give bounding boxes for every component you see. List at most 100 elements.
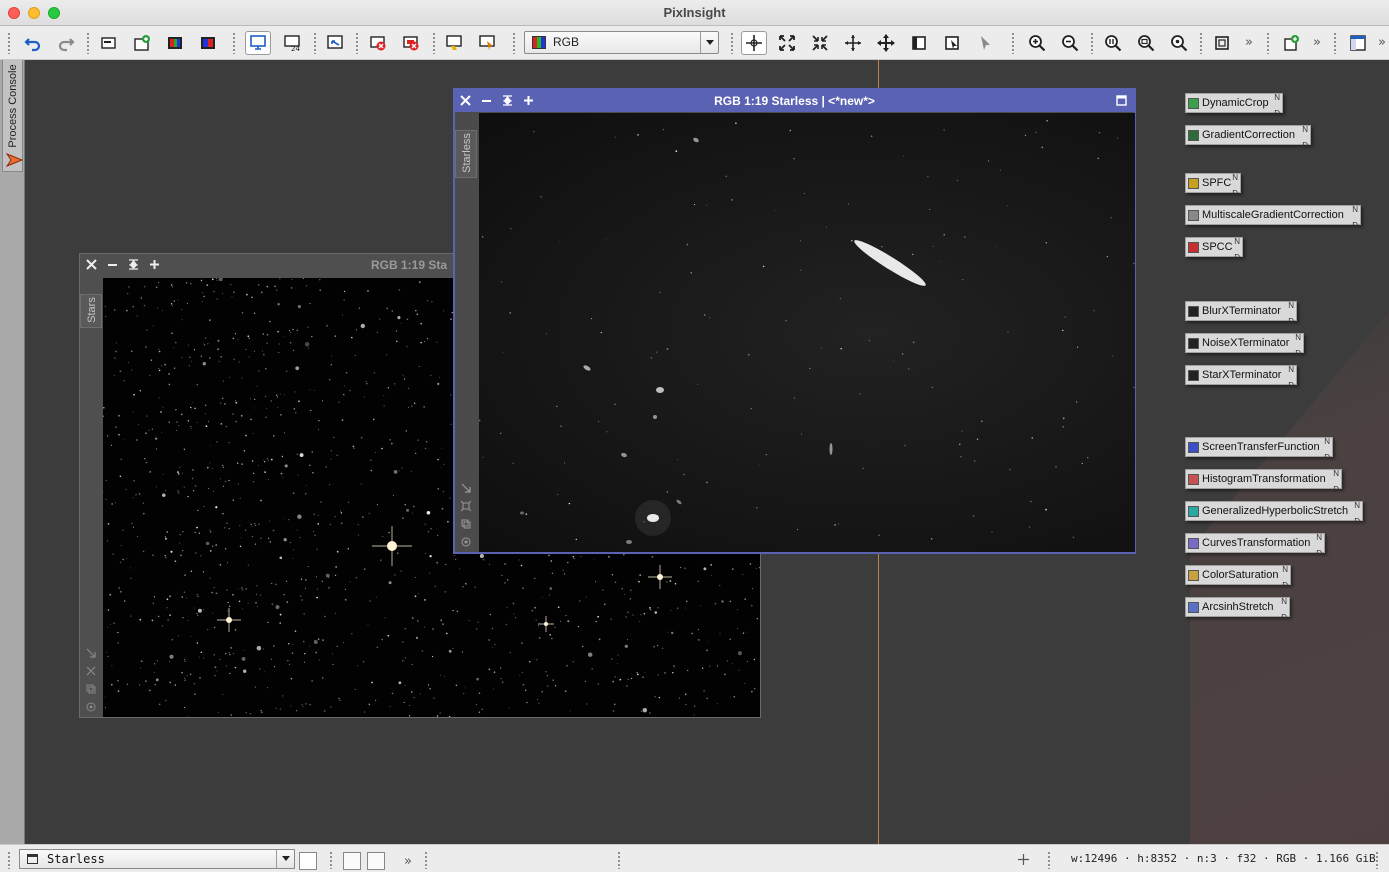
undo-button[interactable] [20, 31, 46, 55]
zoom-mode-button[interactable] [774, 31, 800, 55]
toolbar-grip[interactable] [1266, 32, 1270, 54]
toolbar-grip[interactable] [7, 32, 11, 54]
window-title-bar[interactable]: RGB 1:19 Starless | <*new*> [455, 90, 1134, 112]
new-image-button[interactable] [96, 31, 122, 55]
view-tab-starless[interactable]: Starless [455, 130, 477, 178]
zoom-to-fit-button[interactable] [322, 31, 348, 55]
star-view-button[interactable] [441, 31, 467, 55]
view-toggle-button[interactable] [367, 852, 385, 870]
window-maximize-icon[interactable] [1114, 93, 1128, 107]
close-window-button[interactable] [8, 7, 20, 19]
zoom-1-1-button[interactable] [1100, 31, 1126, 55]
duplicate-image-button[interactable] [129, 31, 155, 55]
shrink-icon[interactable] [85, 665, 97, 677]
preview-edit-button[interactable] [906, 31, 932, 55]
view-select[interactable]: Starless [19, 849, 295, 869]
toolbar-grip[interactable] [1090, 32, 1094, 54]
zoom-in-button[interactable] [1024, 31, 1050, 55]
process-icon-arcsinhstretch[interactable]: ArcsinhStretch N D [1185, 597, 1290, 622]
toolbar-grip[interactable] [1333, 32, 1337, 54]
image-canvas-starless[interactable] [479, 113, 1135, 552]
maximize-icon[interactable] [147, 257, 161, 271]
statusbar-grip[interactable] [329, 851, 333, 869]
toolbar-grip[interactable] [1011, 32, 1015, 54]
toolbar-grip[interactable] [512, 32, 516, 54]
shrink-mode-button[interactable] [807, 31, 833, 55]
channel-select[interactable]: RGB [524, 31, 719, 54]
statusbar-grip[interactable] [7, 851, 11, 869]
statusbar-overflow[interactable]: » [404, 854, 412, 869]
close-icon[interactable] [84, 257, 98, 271]
toolbar-grip[interactable] [232, 32, 236, 54]
select-mode-button[interactable] [972, 31, 998, 55]
process-icon-dynamiccrop[interactable]: DynamicCrop N D [1185, 93, 1283, 118]
close-image-button[interactable] [365, 31, 391, 55]
view-options-button[interactable] [299, 852, 317, 870]
process-instance-tag-icon: ND [1281, 597, 1287, 622]
zoom-optimal-button[interactable] [1166, 31, 1192, 55]
process-icon-generalizedhyperbolicstretch[interactable]: GeneralizedHyperbolicStretch N D [1185, 501, 1363, 526]
process-icon-label: ScreenTransferFunction [1202, 441, 1320, 453]
toolbar-overflow[interactable]: » [1245, 35, 1253, 50]
explorer-panel-button[interactable] [1345, 31, 1371, 55]
process-icon-spfc[interactable]: SPFC N D [1185, 173, 1241, 198]
toolbar-grip[interactable] [313, 32, 317, 54]
zoom-out-button[interactable] [1057, 31, 1083, 55]
view-tab-stars[interactable]: Stars [80, 294, 102, 328]
zoom-fit-button[interactable] [1133, 31, 1159, 55]
close-image-icon [370, 36, 386, 51]
resize-icon[interactable] [460, 482, 472, 494]
clone-icon[interactable] [460, 518, 472, 530]
fit-view-icon [1215, 36, 1229, 50]
close-all-button[interactable] [398, 31, 424, 55]
toolbar-grip[interactable] [86, 32, 90, 54]
toolbar-grip[interactable] [1199, 32, 1203, 54]
maximize-window-button[interactable] [48, 7, 60, 19]
channel-extraction-button[interactable] [195, 31, 221, 55]
minimize-icon[interactable] [105, 257, 119, 271]
process-icon-noisexterminator[interactable]: NoiseXTerminator N D [1185, 333, 1304, 358]
statusbar-grip[interactable] [424, 851, 428, 869]
dynamic-operation-button[interactable] [939, 31, 965, 55]
process-icon-starxterminator[interactable]: StarXTerminator N D [1185, 365, 1297, 390]
process-console-tab[interactable]: Process Console [2, 60, 23, 172]
image-window-starless[interactable]: RGB 1:19 Starless | <*new*> Starless [453, 88, 1136, 554]
pan-mode-button[interactable] [840, 31, 866, 55]
process-icon-blurxterminator[interactable]: BlurXTerminator N D [1185, 301, 1297, 326]
minimize-window-button[interactable] [28, 7, 40, 19]
screen-transfer-button[interactable] [245, 31, 271, 55]
rgb-channels-button[interactable] [162, 31, 188, 55]
process-icon-curvestransformation[interactable]: CurvesTransformation N D [1185, 533, 1325, 558]
fit-view-button[interactable] [1209, 31, 1235, 55]
process-icon-colorsaturation[interactable]: ColorSaturation N D [1185, 565, 1291, 590]
toolbar-overflow[interactable]: » [1313, 35, 1321, 50]
clone-icon[interactable] [85, 683, 97, 695]
process-instance-tag-icon: ND [1324, 437, 1330, 462]
process-icon-histogramtransformation[interactable]: HistogramTransformation N D [1185, 469, 1342, 494]
new-workspace-button[interactable] [1278, 31, 1304, 55]
center-mode-button[interactable] [873, 31, 899, 55]
shrink-icon [812, 35, 828, 51]
target-icon[interactable] [85, 701, 97, 713]
process-icon-spcc[interactable]: SPCC N D [1185, 237, 1243, 262]
statusbar-grip[interactable] [617, 851, 621, 869]
workspace[interactable]: RGB 1:19 Sta Stars RGB 1:19 Starless | <… [25, 60, 1389, 844]
preview-button[interactable] [474, 31, 500, 55]
view-toggle-button[interactable] [343, 852, 361, 870]
process-icon-screentransferfunction[interactable]: ScreenTransferFunction N D [1185, 437, 1333, 462]
toolbar-grip[interactable] [432, 32, 436, 54]
24bit-lut-button[interactable]: 24 [279, 31, 305, 55]
statusbar-grip[interactable] [1047, 851, 1051, 869]
readout-mode-button[interactable] [741, 31, 767, 55]
redo-button[interactable] [53, 31, 79, 55]
toolbar-overflow[interactable]: » [1378, 35, 1386, 50]
toolbar-grip[interactable] [355, 32, 359, 54]
shade-icon[interactable] [126, 257, 140, 271]
toolbar-grip[interactable] [730, 32, 734, 54]
process-icon-multiscalegradientcorrection[interactable]: MultiscaleGradientCorrection N D [1185, 205, 1361, 230]
fit-icon[interactable] [460, 500, 472, 512]
process-icon-gradientcorrection[interactable]: GradientCorrection N D [1185, 125, 1311, 150]
target-icon[interactable] [460, 536, 472, 548]
spfc-icon [1188, 178, 1199, 189]
resize-icon[interactable] [85, 647, 97, 659]
